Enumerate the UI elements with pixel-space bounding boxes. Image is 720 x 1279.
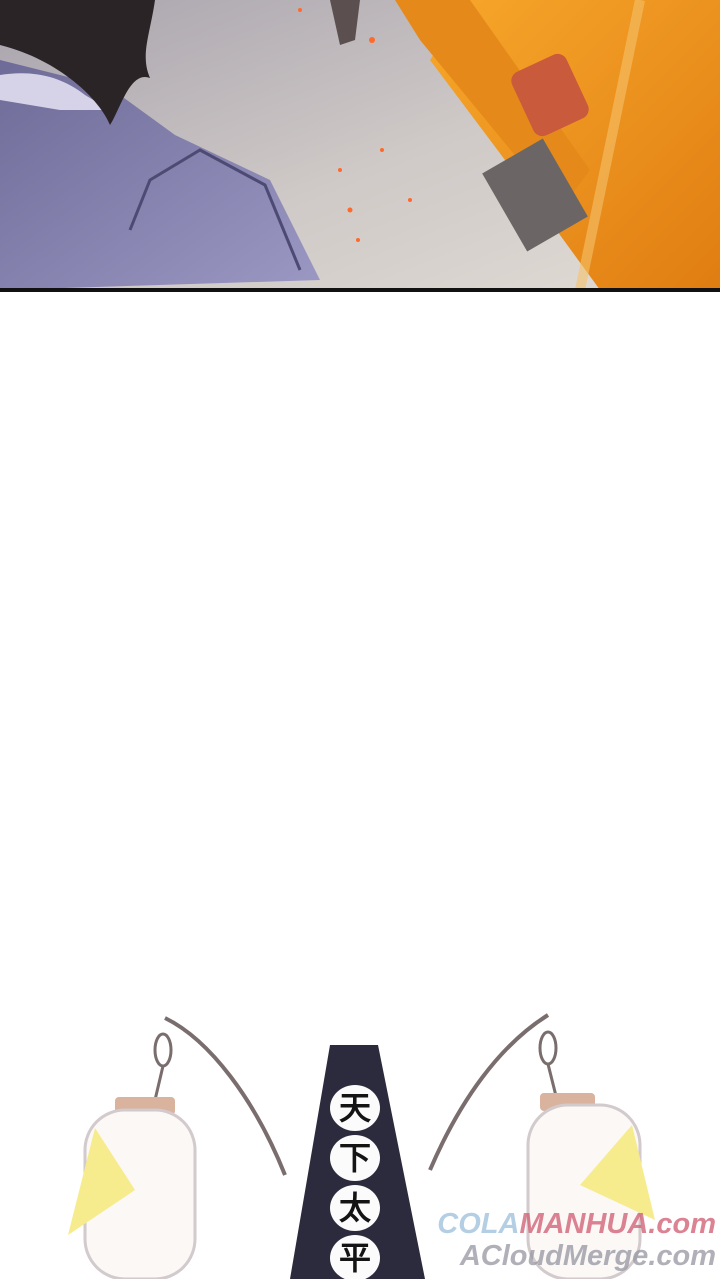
watermark-cola: COLA: [437, 1208, 520, 1240]
banner-char-1: 天: [330, 1085, 380, 1131]
left-lantern-ring: [153, 1032, 173, 1068]
top-panel-artwork: [0, 0, 720, 290]
blank-gutter: [0, 292, 720, 992]
banner-char-4: 平: [330, 1235, 380, 1279]
watermark-manhua: MANHUA.com: [519, 1208, 716, 1240]
top-comic-panel: [0, 0, 720, 290]
right-lantern-ring: [538, 1030, 558, 1066]
watermark-site: COLAMANHUA.com: [437, 1208, 716, 1241]
banner-char-3: 太: [330, 1185, 380, 1231]
watermark-acloudmerge: ACloudMerge.com: [459, 1240, 716, 1272]
banner-char-2: 下: [330, 1135, 380, 1181]
